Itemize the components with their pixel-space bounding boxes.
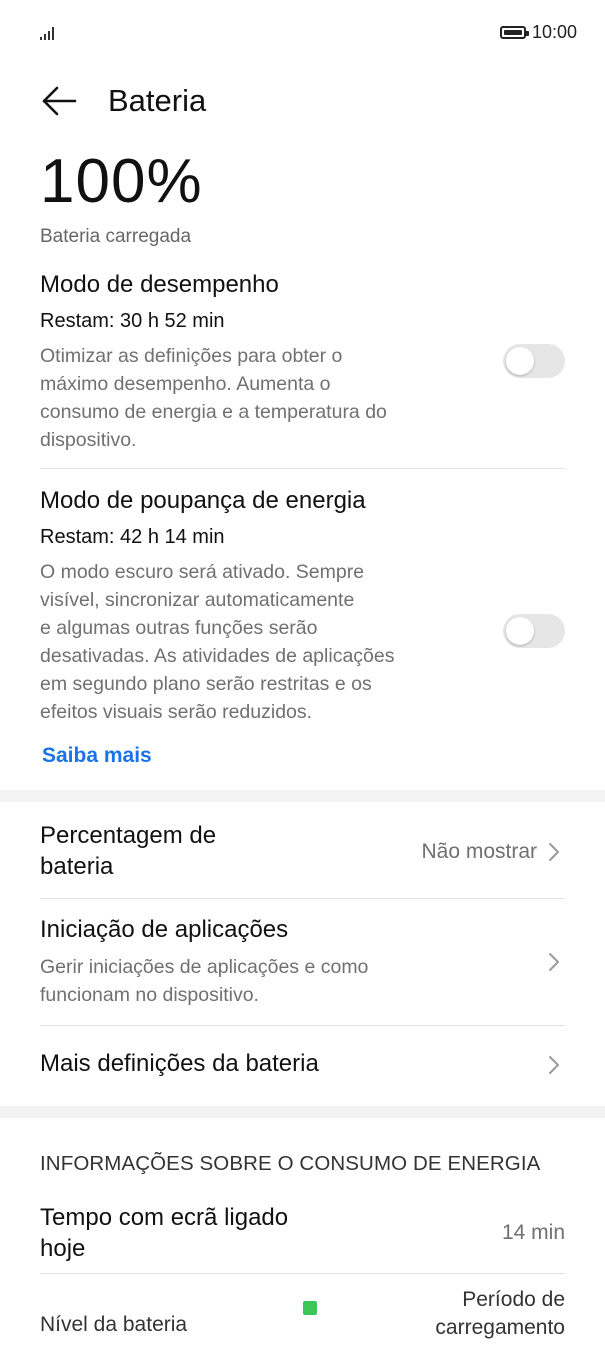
performance-mode-description: Otimizar as definições para obter o máxi… [40,345,387,451]
status-battery: 10:00 [499,22,577,43]
section-separator [0,1106,605,1118]
divider [40,898,565,899]
chevron-right-icon [549,953,559,971]
page-header: Bateria [40,82,206,120]
page-title: Bateria [108,83,207,118]
screen-time-value: 14 min [501,1221,565,1244]
consumption-section-header: INFORMAÇÕES SOBRE O CONSUMO DE ENERGIA [40,1152,541,1175]
performance-mode-title: Modo de desempenho [40,271,279,298]
power-saving-mode-item[interactable]: Modo de poupança de energia Restam: 42 h… [40,486,565,726]
divider [40,1273,565,1274]
divider [40,468,565,469]
battery-percent: 100% [40,147,203,216]
status-time: 10:00 [531,22,577,42]
performance-mode-remaining: Restam: 30 h 52 min [40,310,225,332]
battery-level-legend-label: Nível da bateria [40,1313,188,1336]
power-saving-mode-title: Modo de poupança de energia [40,487,366,514]
power-saving-mode-description: O modo escuro será ativado. Sempre visív… [40,561,395,723]
battery-status: Bateria carregada [40,226,192,247]
charging-period-legend-label: Período de carregamento [435,1288,565,1339]
battery-full-icon [499,26,529,39]
battery-percentage-value: Não mostrar [421,840,537,863]
power-saving-mode-remaining: Restam: 42 h 14 min [40,526,225,548]
chevron-right-icon [549,1056,559,1074]
chevron-right-icon [549,843,559,861]
more-battery-settings-row[interactable]: Mais definições da bateria [40,1048,565,1088]
power-saving-mode-toggle[interactable] [503,614,565,648]
app-launch-label: Iniciação de aplicações [40,916,289,943]
learn-more-link[interactable]: Saiba mais [42,744,152,768]
performance-mode-toggle[interactable] [503,344,565,378]
battery-percentage-row[interactable]: Percentagem de bateria Não mostrar [40,820,565,886]
performance-mode-item[interactable]: Modo de desempenho Restam: 30 h 52 min O… [40,270,565,454]
app-launch-description: Gerir iniciações de aplicações e como fu… [40,956,369,1006]
app-launch-row[interactable]: Iniciação de aplicações Gerir iniciações… [40,914,565,1014]
arrow-left-icon[interactable] [40,82,78,120]
status-bar: 10:00 [0,0,605,64]
screen-time-row: Tempo com ecrã ligado hoje 14 min [40,1202,565,1266]
screen-time-label: Tempo com ecrã ligado hoje [40,1204,289,1262]
more-battery-settings-label: Mais definições da bateria [40,1050,319,1077]
signal-bars-icon [40,27,54,40]
section-separator [0,790,605,802]
battery-level-legend-swatch [303,1301,317,1315]
divider [40,1025,565,1026]
